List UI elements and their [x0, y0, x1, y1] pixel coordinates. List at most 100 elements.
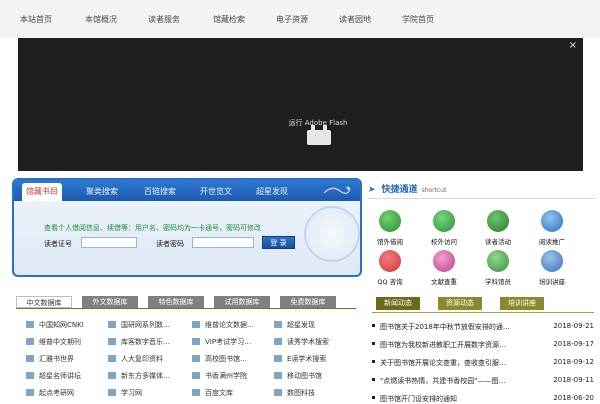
bullet-icon	[372, 342, 375, 345]
divider	[368, 198, 596, 199]
db-link[interactable]: 超星发现	[274, 320, 315, 330]
arrow-right-icon: ➤	[368, 185, 376, 195]
bullet-icon	[274, 338, 282, 345]
books-icon	[379, 210, 401, 232]
bullet-icon	[274, 389, 282, 396]
tab-training[interactable]: 培训讲座	[500, 297, 544, 310]
db-link[interactable]: 起点考研网	[26, 388, 74, 398]
login-hint: 查看个人借阅信息、续借等：用户名、密码均为一卡通号，密码可修改	[44, 224, 261, 232]
quick-item-lecture[interactable]: 培训讲座	[530, 250, 574, 286]
tab-catalog[interactable]: 馆藏书目	[22, 183, 62, 201]
news-row[interactable]: 图书馆开门设安排的通知 2018-06-20	[372, 394, 594, 403]
qq-icon	[379, 250, 401, 272]
top-navigation: 本站首页 本馆概况 读者服务 馆藏检索 电子资源 读者园地 学院首页	[0, 0, 600, 38]
tab-chaoxing-discovery[interactable]: 超星发现	[256, 186, 288, 197]
swirl-icon	[323, 186, 351, 194]
login-button[interactable]: 登 录	[262, 236, 295, 249]
people-icon	[487, 210, 509, 232]
bullet-icon	[372, 324, 375, 327]
bullet-icon	[108, 321, 116, 328]
bullet-icon	[108, 338, 116, 345]
bullet-icon	[26, 389, 34, 396]
nav-catalog-search[interactable]: 馆藏检索	[213, 14, 245, 25]
search-tabs: 馆藏书目 聚类搜索 百链搜索 开世览文 超星发现	[14, 180, 360, 201]
tab-underline	[372, 312, 594, 313]
database-section: 中文数据库 外文数据库 特色数据库 试用数据库 免费数据库 中国知网CNKI 国…	[12, 288, 362, 400]
nav-reader-garden[interactable]: 读者园地	[339, 14, 371, 25]
news-row[interactable]: 图书馆关于2018年中秋节放假安排的通… 2018-09-21	[372, 322, 594, 331]
news-row[interactable]: 图书馆为我校新进教职工开展数字资源… 2018-09-17	[372, 340, 594, 349]
news-section: 新闻动态 资源动态 培训讲座 图书馆关于2018年中秋节放假安排的通… 2018-…	[368, 292, 600, 403]
nav-college-home[interactable]: 学院首页	[402, 14, 434, 25]
nav-reader-service[interactable]: 读者服务	[148, 14, 180, 25]
db-link[interactable]: 汇雅书世界	[26, 354, 74, 364]
document-icon	[433, 250, 455, 272]
tab-resource-news[interactable]: 资源动态	[438, 297, 482, 310]
quick-item-reading[interactable]: 阅读推广	[530, 210, 574, 246]
clock-decoration	[304, 206, 360, 262]
card-number-label: 读者证号	[44, 240, 72, 248]
globe-icon	[541, 210, 563, 232]
db-link[interactable]: 读秀学术搜索	[274, 337, 329, 347]
tab-bailian-search[interactable]: 百链搜索	[144, 186, 176, 197]
bullet-icon	[372, 360, 375, 363]
quick-item-activities[interactable]: 读者活动	[476, 210, 520, 246]
catalog-search-panel: 馆藏书目 聚类搜索 百链搜索 开世览文 超星发现 查看个人借阅信息、续借等：用户…	[12, 178, 362, 277]
db-link[interactable]: 库客数字音乐…	[108, 337, 170, 347]
bullet-icon	[108, 389, 116, 396]
bullet-icon	[192, 389, 200, 396]
nav-about[interactable]: 本馆概况	[85, 14, 117, 25]
password-label: 读者密码	[156, 240, 184, 248]
tab-special-db[interactable]: 特色数据库	[148, 296, 204, 308]
quick-item-borrow[interactable]: 馆外借阅	[368, 210, 412, 246]
db-link[interactable]: 国研网系列数…	[108, 320, 170, 330]
run-flash-label[interactable]: 运行 Adobe Flash	[18, 118, 600, 128]
bullet-icon	[192, 321, 200, 328]
tab-chinese-db[interactable]: 中文数据库	[16, 296, 72, 308]
quick-access-heading: ➤ 快捷通道 shortcut	[368, 185, 447, 195]
db-link[interactable]: 新东方多媒体…	[108, 371, 170, 381]
bullet-icon	[192, 355, 200, 362]
nav-e-resources[interactable]: 电子资源	[276, 14, 308, 25]
bullet-icon	[372, 378, 375, 381]
bullet-icon	[192, 372, 200, 379]
db-link[interactable]: 百度文库	[192, 388, 233, 398]
nav-home[interactable]: 本站首页	[20, 14, 52, 25]
db-link[interactable]: E读学术搜索	[274, 354, 326, 364]
news-row[interactable]: 关于图书馆开展论文查重，查收查引服… 2018-09-12	[372, 358, 594, 367]
quick-item-check[interactable]: 文献查重	[422, 250, 466, 286]
bullet-icon	[274, 321, 282, 328]
db-link[interactable]: VIP考试学习…	[192, 337, 251, 347]
db-link[interactable]: 学习网	[108, 388, 142, 398]
db-link[interactable]: 高校图书馆…	[192, 354, 247, 364]
db-link[interactable]: 移动图书馆	[274, 371, 322, 381]
db-link[interactable]: 维普论文数据…	[192, 320, 254, 330]
db-link[interactable]: 中国知网CNKI	[26, 320, 84, 330]
password-input[interactable]	[192, 237, 254, 248]
tab-kaishi[interactable]: 开世览文	[200, 186, 232, 197]
quick-item-librarian[interactable]: 学科馆员	[476, 250, 520, 286]
quick-item-offsite[interactable]: 校外访问	[422, 210, 466, 246]
tab-foreign-db[interactable]: 外文数据库	[82, 296, 138, 308]
db-link[interactable]: 超星名师讲坛	[26, 371, 81, 381]
bullet-icon	[26, 355, 34, 362]
flash-banner[interactable]: × 运行 Adobe Flash	[18, 38, 583, 171]
db-link[interactable]: 维普中文期刊	[26, 337, 81, 347]
bullet-icon	[26, 321, 34, 328]
card-number-input[interactable]	[81, 237, 137, 248]
tab-news[interactable]: 新闻动态	[376, 297, 420, 310]
quick-access: ➤ 快捷通道 shortcut 馆外借阅 校外访问 读者活动 阅读推广 QQ 咨询 …	[368, 176, 600, 288]
tab-cluster-search[interactable]: 聚类搜索	[86, 186, 118, 197]
news-row[interactable]: "点燃读书热情，共建书香校园"——图… 2018-09-11	[372, 376, 594, 385]
close-icon[interactable]: ×	[569, 40, 577, 51]
quick-item-qq[interactable]: QQ 咨询	[368, 250, 412, 286]
bullet-icon	[108, 355, 116, 362]
db-link[interactable]: 人大复印资料	[108, 354, 163, 364]
globe-e-icon	[433, 210, 455, 232]
db-link[interactable]: 数图科技	[274, 388, 315, 398]
tab-free-db[interactable]: 免费数据库	[280, 296, 336, 308]
bullet-icon	[372, 396, 375, 399]
tab-trial-db[interactable]: 试用数据库	[214, 296, 270, 308]
bullet-icon	[274, 372, 282, 379]
db-link[interactable]: 书香满州学院	[192, 371, 247, 381]
